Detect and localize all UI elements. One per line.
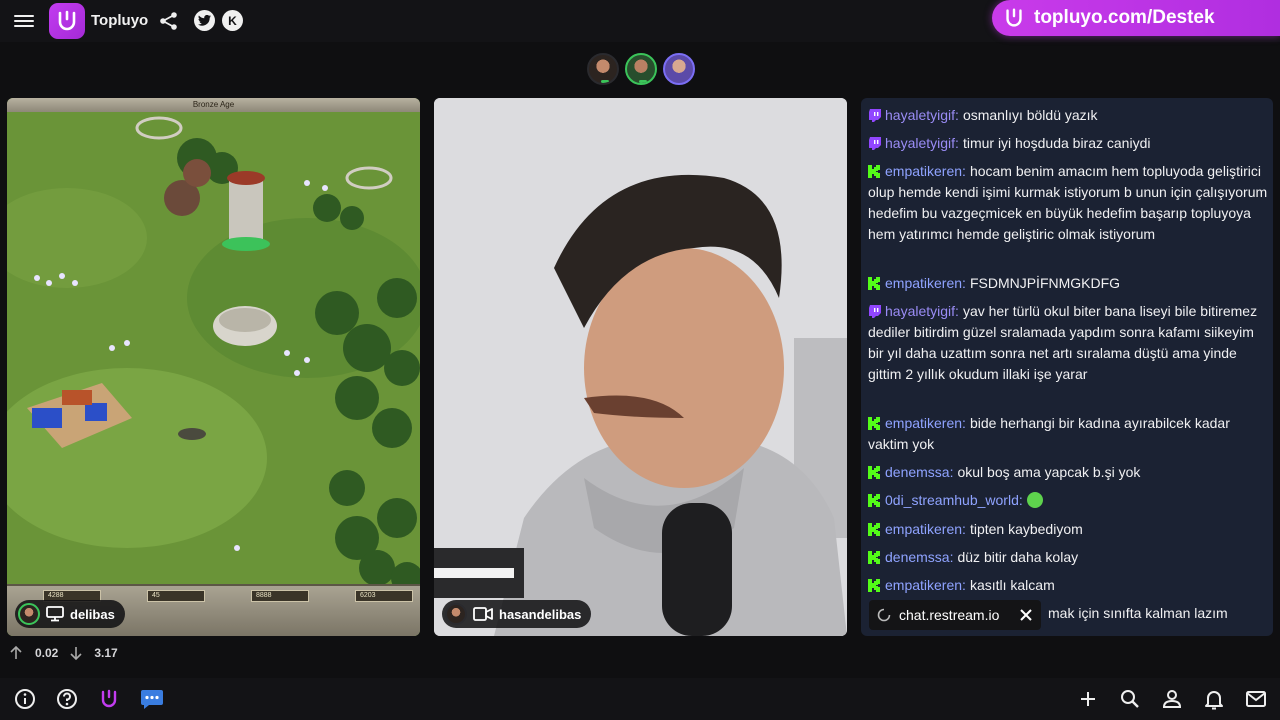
chat-message-text: FSDMNJPİFNMGKDFG	[969, 275, 1121, 291]
restream-label: chat.restream.io	[899, 607, 1000, 623]
chat-message: hayaletyigif: yav her türlü okul biter ba…	[868, 301, 1268, 385]
resource-wood: 45	[147, 590, 205, 602]
chat-message: empatikeren: bide herhangi bir kadına ayı…	[868, 413, 1268, 455]
arrow-up-icon	[10, 645, 22, 659]
chat-message: empatikeren: kasıtlı kalcam	[868, 575, 1268, 596]
chat-username[interactable]: empatikeren:	[885, 521, 966, 537]
chat-message: hayaletyigif: timur iyi hoşduda biraz can…	[868, 133, 1268, 154]
game-stream-panel[interactable]: Bronze Age 4288 45 8888 6203 delibas	[7, 98, 420, 636]
bell-icon[interactable]	[1203, 688, 1225, 710]
participant-avatars	[587, 53, 695, 85]
game-scene	[7, 98, 420, 636]
participant-avatar[interactable]	[663, 53, 695, 85]
arrow-down-icon	[70, 647, 82, 661]
chat-message: empatikeren: FSDMNJPİFNMGKDFG	[868, 273, 1268, 294]
restream-badge: chat.restream.io	[869, 600, 1041, 630]
participant-avatar[interactable]	[587, 53, 619, 85]
streamer-name: hasandelibas	[499, 606, 582, 622]
emoji-icon	[1026, 492, 1043, 508]
mail-icon[interactable]	[1245, 688, 1267, 710]
help-icon[interactable]	[56, 688, 78, 710]
info-icon[interactable]	[14, 688, 36, 710]
close-icon[interactable]	[1019, 608, 1033, 622]
resource-stone: 6203	[355, 590, 413, 602]
chat-message: denemssa: okul boş ama yapcak b.şi yok	[868, 462, 1268, 483]
chat-icon[interactable]	[140, 687, 164, 711]
add-icon[interactable]	[1077, 688, 1099, 710]
kick-icon	[868, 523, 880, 536]
participant-avatar[interactable]	[625, 53, 657, 85]
kick-icon	[868, 494, 880, 507]
chat-message-text: mak için sınıfta kalman lazım	[1048, 605, 1228, 621]
screen-share-icon	[46, 606, 64, 622]
camera-icon	[473, 607, 493, 621]
chat-message-text: düz bitir daha kolay	[957, 549, 1079, 565]
camera-feed	[434, 98, 847, 636]
network-stats: 0.02 3.17	[8, 645, 118, 661]
kick-icon	[868, 165, 880, 178]
chat-message-text: okul boş ama yapcak b.şi yok	[957, 464, 1141, 480]
chat-panel: hayaletyigif: osmanlıyı böldü yazık hayale…	[861, 98, 1273, 636]
twitch-icon	[869, 137, 881, 150]
topluyo-logo[interactable]	[49, 3, 85, 39]
twitch-icon	[869, 305, 881, 318]
chat-username[interactable]: 0di_streamhub_world:	[885, 492, 1023, 508]
loading-icon	[877, 608, 891, 622]
user-icon[interactable]	[1161, 688, 1183, 710]
chat-message: 0di_streamhub_world:	[868, 490, 1268, 511]
twitter-icon[interactable]	[194, 10, 215, 31]
streamer-tag[interactable]: hasandelibas	[442, 600, 592, 628]
chat-username[interactable]: empatikeren:	[885, 415, 966, 431]
chat-message-text: kasıtlı kalcam	[969, 577, 1055, 593]
chat-message-text: timur iyi hoşduda biraz caniydi	[962, 135, 1151, 151]
chat-message: denemssa: düz bitir daha kolay	[868, 547, 1268, 568]
chat-message-text: tipten kaybediyom	[969, 521, 1083, 537]
game-era-label: Bronze Age	[7, 98, 420, 112]
streamer-avatar	[445, 603, 467, 625]
chat-username[interactable]: hayaletyigif:	[885, 135, 959, 151]
twitch-icon	[869, 109, 881, 122]
download-value: 3.17	[94, 646, 118, 660]
chat-message: empatikeren: tipten kaybediyom	[868, 519, 1268, 540]
support-banner[interactable]: topluyo.com/Destek	[992, 0, 1280, 36]
chat-username[interactable]: hayaletyigif:	[885, 303, 959, 319]
kick-icon[interactable]: K	[222, 10, 243, 31]
chat-username[interactable]: empatikeren:	[885, 275, 966, 291]
resource-gold: 8888	[251, 590, 309, 602]
chat-message-text: osmanlıyı böldü yazık	[962, 107, 1098, 123]
upload-value: 0.02	[35, 646, 59, 660]
streamer-avatar	[18, 603, 40, 625]
topluyo-home-icon[interactable]	[98, 688, 120, 710]
chat-message: empatikeren: hocam benim amacım hem toplu…	[868, 161, 1268, 245]
camera-stream-panel[interactable]: hasandelibas	[434, 98, 847, 636]
chat-username[interactable]: denemssa:	[885, 549, 953, 565]
menu-icon[interactable]	[14, 12, 34, 30]
kick-icon	[868, 551, 880, 564]
kick-icon	[868, 417, 880, 430]
top-bar: Topluyo K topluyo.com/Destek	[0, 0, 1280, 42]
kick-icon	[868, 466, 880, 479]
streamer-name: delibas	[70, 606, 115, 622]
support-link[interactable]: topluyo.com/Destek	[1034, 7, 1215, 29]
kick-icon	[868, 277, 880, 290]
bottom-bar	[0, 678, 1280, 720]
search-icon[interactable]	[1119, 688, 1141, 710]
chat-username[interactable]: empatikeren:	[885, 577, 966, 593]
chat-username[interactable]: empatikeren:	[885, 163, 966, 179]
share-icon[interactable]	[158, 10, 180, 32]
chat-username[interactable]: hayaletyigif:	[885, 107, 959, 123]
chat-message: hayaletyigif: osmanlıyı böldü yazık	[868, 105, 1268, 126]
streamer-tag[interactable]: delibas	[15, 600, 125, 628]
kick-icon	[868, 579, 880, 592]
brand-name[interactable]: Topluyo	[91, 12, 148, 29]
topluyo-logo-icon	[1006, 8, 1022, 27]
chat-username[interactable]: denemssa:	[885, 464, 953, 480]
